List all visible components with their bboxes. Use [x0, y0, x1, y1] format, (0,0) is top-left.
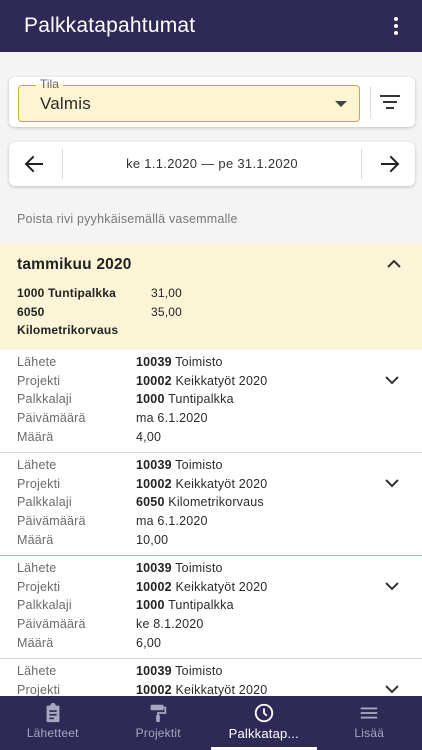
field-label: Projekti — [17, 682, 61, 696]
arrow-right-icon[interactable] — [378, 152, 402, 176]
field-value: 1000 Tuntipalkka — [136, 598, 234, 613]
field-label: Palkkalaji — [17, 495, 72, 510]
status-select-value: Valmis — [40, 94, 91, 113]
field-value: 10002 Keikkatyöt 2020 — [136, 682, 268, 696]
summary-name: Tuntipalkka — [48, 286, 117, 300]
field-label: Palkkalaji — [17, 598, 72, 613]
field-value: 10002 Keikkatyöt 2020 — [136, 579, 268, 594]
field-value: 1000 Tuntipalkka — [136, 392, 234, 407]
bottom-navigation: Lähetteet Projektit Palkkatap... Lisää — [0, 696, 422, 750]
field-label: Päivämäärä — [17, 617, 86, 632]
month-title: tammikuu 2020 — [17, 256, 132, 273]
field-value: 10,00 — [136, 532, 169, 547]
status-select-label: Tila — [36, 77, 63, 91]
chevron-down-icon[interactable] — [384, 372, 400, 388]
field-value: 10039 Toimisto — [136, 664, 223, 678]
summary-row: 1000 Tuntipalkka 31,00 — [17, 284, 182, 303]
nav-item-projektit[interactable]: Projektit — [106, 696, 212, 750]
nav-label: Lisää — [354, 726, 385, 740]
nav-label: Projektit — [135, 726, 181, 740]
filter-list-icon[interactable] — [379, 90, 401, 114]
field-value: ma 6.1.2020 — [136, 411, 208, 426]
nav-item-lahetteet[interactable]: Lähetteet — [0, 696, 106, 750]
status-select[interactable]: Tila Valmis — [18, 77, 360, 122]
app-bar: Palkkatapahtumat — [0, 0, 422, 52]
field-label: Määrä — [17, 635, 54, 650]
field-value: 10002 Keikkatyöt 2020 — [136, 476, 268, 491]
month-summary: 1000 Tuntipalkka 31,00 6050 35,00 Kilome… — [17, 284, 182, 340]
field-label: Projekti — [17, 579, 61, 594]
arrow-left-icon[interactable] — [22, 152, 46, 176]
field-value: ke 8.1.2020 — [136, 617, 204, 632]
summary-row: 6050 35,00 — [17, 303, 182, 322]
field-value: 6,00 — [136, 635, 162, 650]
nav-item-lisaa[interactable]: Lisää — [317, 696, 422, 750]
nav-label: Palkkatap... — [228, 726, 299, 741]
field-label: Lähete — [17, 664, 57, 678]
chevron-down-icon[interactable] — [384, 681, 400, 696]
clipboard-icon — [46, 702, 60, 723]
summary-code: 6050 — [17, 304, 45, 319]
filter-card: Tila Valmis — [9, 77, 415, 127]
field-value: 4,00 — [136, 429, 162, 444]
divider — [361, 149, 362, 179]
chevron-down-icon[interactable] — [384, 578, 400, 594]
field-value: 10039 Toimisto — [136, 561, 223, 575]
list-item[interactable]: Lähete 10039 Toimisto Projekti 10002 Keikk… — [0, 659, 422, 696]
field-value: 10002 Keikkatyöt 2020 — [136, 373, 268, 388]
divider — [370, 86, 371, 118]
summary-name: Kilometrikorvaus — [17, 323, 119, 337]
summary-code: 1000 — [17, 286, 45, 300]
month-group-header[interactable]: tammikuu 2020 1000 Tuntipalkka 31,00 605… — [0, 244, 422, 350]
date-range-text[interactable]: ke 1.1.2020 — pe 31.1.2020 — [71, 156, 353, 171]
dropdown-arrow-icon — [335, 101, 347, 107]
list-item[interactable]: Lähete 10039 Toimisto Projekti 10002 Keikk… — [0, 350, 422, 453]
more-vert-icon[interactable] — [384, 14, 408, 38]
chevron-up-icon[interactable] — [386, 256, 402, 272]
chevron-down-icon[interactable] — [384, 475, 400, 491]
field-label: Lähete — [17, 561, 57, 575]
summary-row: Kilometrikorvaus — [17, 321, 182, 340]
field-value: ma 6.1.2020 — [136, 514, 208, 529]
nav-label: Lähetteet — [26, 726, 79, 740]
field-label: Määrä — [17, 532, 54, 547]
field-label: Määrä — [17, 429, 54, 444]
transaction-list[interactable]: Lähete 10039 Toimisto Projekti 10002 Keikk… — [0, 350, 422, 696]
field-value: 10039 Toimisto — [136, 355, 223, 369]
field-value: 10039 Toimisto — [136, 458, 223, 472]
summary-value: 31,00 — [151, 286, 183, 300]
divider — [62, 149, 63, 179]
list-item[interactable]: Lähete 10039 Toimisto Projekti 10002 Keikk… — [0, 453, 422, 556]
date-range-card: ke 1.1.2020 — pe 31.1.2020 — [9, 142, 415, 186]
field-label: Projekti — [17, 373, 61, 388]
field-label: Lähete — [17, 355, 57, 369]
paint-roller-icon — [150, 704, 167, 723]
field-label: Päivämäärä — [17, 514, 86, 529]
clock-icon — [254, 703, 273, 723]
field-label: Päivämäärä — [17, 411, 86, 426]
swipe-hint: Poista rivi pyyhkäisemällä vasemmalle — [17, 212, 238, 226]
field-value: 6050 Kilometrikorvaus — [136, 495, 264, 510]
field-label: Lähete — [17, 458, 57, 472]
summary-value: 35,00 — [151, 304, 183, 319]
menu-icon — [361, 707, 378, 719]
list-item[interactable]: Lähete 10039 Toimisto Projekti 10002 Keikk… — [0, 556, 422, 659]
page-title: Palkkatapahtumat — [24, 14, 196, 37]
field-label: Projekti — [17, 476, 61, 491]
nav-item-palkkatapahtumat[interactable]: Palkkatap... — [211, 696, 317, 750]
field-label: Palkkalaji — [17, 392, 72, 407]
